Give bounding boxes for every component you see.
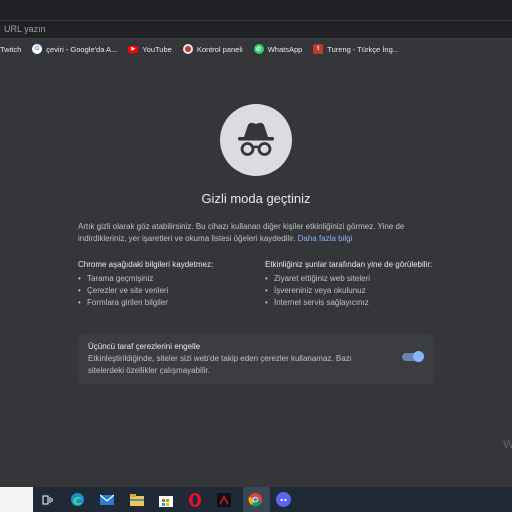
not-saved-heading-emphasis: kaydetmez — [172, 260, 211, 269]
chrome-icon[interactable] — [247, 491, 264, 508]
bookmark-twitch[interactable]: Twitch — [0, 45, 21, 54]
taskbar-search-box[interactable] — [0, 487, 33, 512]
discord-icon[interactable] — [275, 491, 292, 508]
media-app-icon[interactable] — [215, 491, 232, 508]
control-panel-icon — [182, 44, 193, 54]
still-visible-heading-prefix: Etkinliğiniz şunlar tarafından — [265, 260, 368, 269]
taskbar — [0, 487, 512, 512]
bookmark-tureng[interactable]: t Tureng - Türkçe İng... — [313, 44, 399, 54]
bookmark-google-translate[interactable]: G çeviri - Google'da A... — [32, 44, 117, 54]
bookmark-label: çeviri - Google'da A... — [46, 44, 118, 54]
incognito-icon — [220, 104, 292, 176]
still-visible-heading: Etkinliğiniz şunlar tarafından yine de g… — [265, 259, 435, 271]
learn-more-link[interactable]: Daha fazla bilgi — [298, 234, 353, 243]
incognito-page: Gizli moda geçtiniz Artık gizli olarak g… — [0, 59, 512, 487]
bookmark-label: WhatsApp — [267, 44, 303, 54]
bookmark-control-panel[interactable]: Kontrol paneli — [182, 44, 243, 54]
bookmark-youtube[interactable]: ▶ YouTube — [128, 44, 172, 54]
page-title: Gizli moda geçtiniz — [201, 191, 311, 206]
not-saved-list: Chrome aşağıdaki bilgileri kaydetmez: Ta… — [78, 259, 248, 309]
list-item: Ziyaret ettiğiniz web siteleri — [265, 273, 435, 285]
tab-strip — [0, 0, 512, 20]
youtube-icon: ▶ — [128, 45, 139, 53]
list-item: Çerezler ve site verileri — [78, 285, 248, 297]
activation-watermark: W — [503, 437, 512, 451]
toggle-knob[interactable] — [413, 351, 424, 362]
not-saved-heading-prefix: Chrome aşağıdaki bilgileri — [78, 260, 173, 269]
intro-body: Artık gizli olarak göz atabilirsiniz. Bu… — [78, 222, 405, 243]
cookie-card-title: Üçüncü taraf çerezlerini engelle — [88, 342, 201, 351]
task-view-icon[interactable] — [38, 491, 55, 508]
intro-text: Artık gizli olarak göz atabilirsiniz. Bu… — [78, 221, 438, 245]
bookmark-label: Twitch — [0, 44, 22, 54]
cookie-card-description: Etkinleştirildiğinde, siteler sizi web'd… — [88, 354, 352, 375]
list-item: Tarama geçmişiniz — [78, 273, 248, 285]
tureng-icon: t — [313, 44, 324, 54]
address-bar[interactable]: URL yazın — [0, 21, 512, 39]
store-icon[interactable] — [157, 491, 174, 508]
list-item: İşvereniniz veya okulunuz — [265, 285, 435, 297]
google-icon: G — [32, 44, 43, 54]
bookmark-whatsapp[interactable]: ✆ WhatsApp — [253, 44, 303, 54]
third-party-cookies-card: Üçüncü taraf çerezlerini engelle Etkinle… — [78, 334, 434, 384]
file-explorer-icon[interactable] — [128, 491, 145, 508]
bookmark-label: Kontrol paneli — [196, 44, 243, 54]
still-visible-heading-suffix: : — [429, 260, 433, 269]
bookmark-label: YouTube — [142, 44, 172, 54]
bookmark-label: Tureng - Türkçe İng... — [327, 44, 399, 54]
whatsapp-icon: ✆ — [253, 44, 264, 54]
not-saved-heading: Chrome aşağıdaki bilgileri kaydetmez: — [78, 259, 248, 271]
edge-icon[interactable] — [69, 491, 86, 508]
still-visible-list: Etkinliğiniz şunlar tarafından yine de g… — [265, 259, 435, 309]
opera-icon[interactable] — [186, 491, 203, 508]
not-saved-heading-suffix: : — [210, 260, 214, 269]
list-item: İnternet servis sağlayıcınız — [265, 297, 435, 309]
address-bar-placeholder: URL yazın — [4, 24, 46, 34]
mail-icon[interactable] — [98, 491, 115, 508]
bookmarks-bar: Twitch G çeviri - Google'da A... ▶ YouTu… — [0, 39, 512, 59]
still-visible-heading-emphasis: yine de görülebilir — [367, 260, 430, 269]
list-item: Formlara girilen bilgiler — [78, 297, 248, 309]
